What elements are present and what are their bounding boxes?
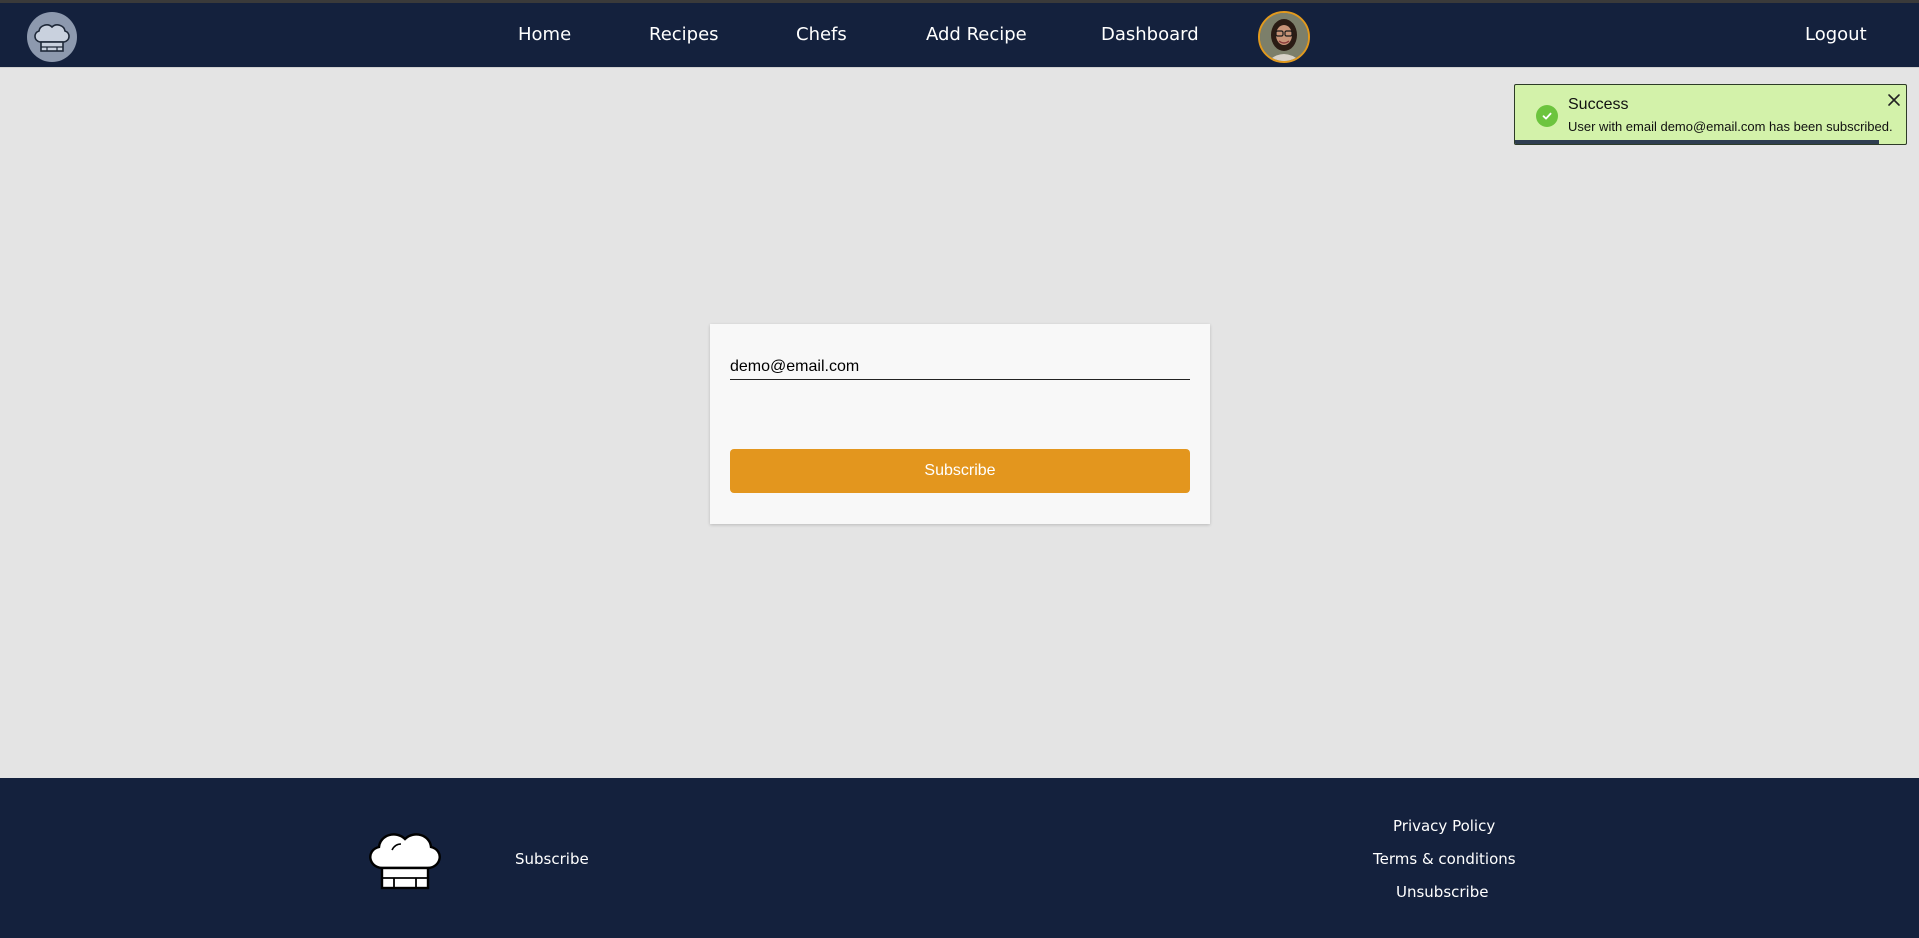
brand-logo[interactable] (27, 12, 77, 62)
main-content: Subscribe (0, 68, 1919, 778)
avatar-portrait (1260, 13, 1308, 61)
page-footer: Subscribe Privacy Policy Terms & conditi… (0, 778, 1919, 938)
nav-add-recipe[interactable]: Add Recipe (926, 24, 1027, 46)
email-input[interactable] (730, 354, 1190, 380)
footer-terms-link[interactable]: Terms & conditions (1373, 850, 1516, 868)
footer-privacy-link[interactable]: Privacy Policy (1393, 817, 1495, 835)
subscribe-button[interactable]: Subscribe (730, 449, 1190, 493)
success-toast: Success User with email demo@email.com h… (1514, 84, 1907, 145)
top-navbar: Home Recipes Chefs Add Recipe Dashboard … (0, 3, 1919, 68)
toast-progress-bar (1515, 140, 1879, 144)
nav-home[interactable]: Home (518, 24, 571, 46)
footer-unsubscribe-link[interactable]: Unsubscribe (1396, 883, 1488, 901)
nav-chefs[interactable]: Chefs (796, 24, 847, 46)
footer-subscribe-link[interactable]: Subscribe (515, 850, 589, 868)
check-circle-icon (1536, 105, 1558, 127)
chef-hat-icon (369, 833, 441, 890)
chef-hat-icon (34, 24, 70, 52)
subscribe-card: Subscribe (710, 324, 1210, 524)
nav-recipes[interactable]: Recipes (649, 24, 719, 46)
user-avatar[interactable] (1258, 11, 1310, 63)
close-icon[interactable] (1886, 92, 1902, 108)
nav-dashboard[interactable]: Dashboard (1101, 24, 1199, 46)
toast-title: Success (1568, 96, 1629, 113)
toast-message: User with email demo@email.com has been … (1568, 119, 1893, 134)
logout-link[interactable]: Logout (1805, 24, 1867, 46)
